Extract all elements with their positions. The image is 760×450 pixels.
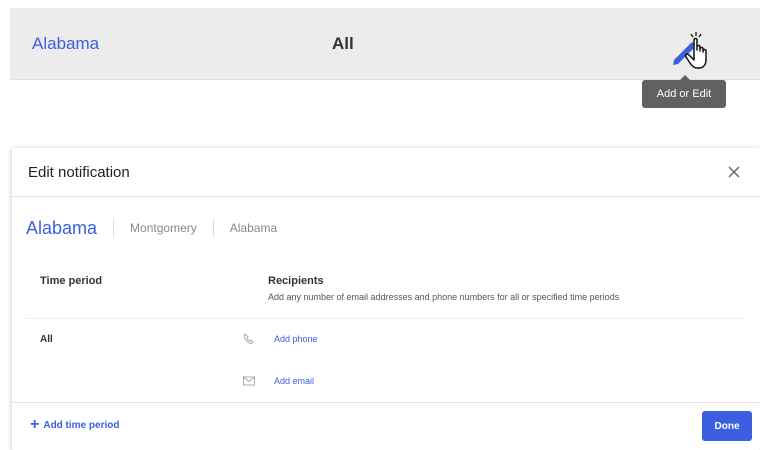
breadcrumb-state: Alabama: [26, 217, 98, 238]
dialog-title: Edit notification: [28, 164, 130, 181]
close-button[interactable]: [722, 160, 746, 184]
state-link[interactable]: Alabama: [32, 34, 99, 54]
time-period-value: All: [40, 334, 53, 345]
close-icon: [728, 166, 740, 178]
breadcrumb-region: Alabama: [229, 221, 278, 235]
breadcrumb-divider: [212, 219, 214, 237]
email-icon: [243, 376, 255, 386]
add-time-period-button[interactable]: + Add time period: [30, 417, 119, 433]
tooltip: Add or Edit: [642, 75, 726, 108]
edit-notification-dialog: Edit notification Alabama Montgomery Ala…: [12, 148, 760, 450]
plus-icon: +: [30, 416, 40, 433]
dialog-header: Edit notification: [12, 148, 760, 197]
recipients-description: Add any number of email addresses and ph…: [268, 292, 620, 302]
phone-icon: [243, 333, 254, 344]
edit-button[interactable]: [670, 28, 720, 78]
pencil-icon: [673, 32, 707, 69]
time-period-header: Time period: [40, 275, 103, 287]
breadcrumb-city: Montgomery: [130, 221, 197, 235]
add-phone-link[interactable]: Add phone: [274, 334, 318, 344]
notification-row: Alabama All: [10, 8, 760, 80]
period-value: All: [332, 34, 354, 53]
recipients-header: Recipients: [268, 275, 324, 287]
done-button[interactable]: Done: [702, 411, 752, 441]
add-email-link[interactable]: Add email: [274, 376, 314, 386]
breadcrumb-divider: [113, 219, 115, 237]
dialog-footer: + Add time period Done: [12, 402, 760, 450]
add-time-period-label: Add time period: [43, 419, 120, 431]
breadcrumb: Alabama Montgomery Alabama: [26, 216, 277, 240]
divider: [26, 318, 746, 319]
